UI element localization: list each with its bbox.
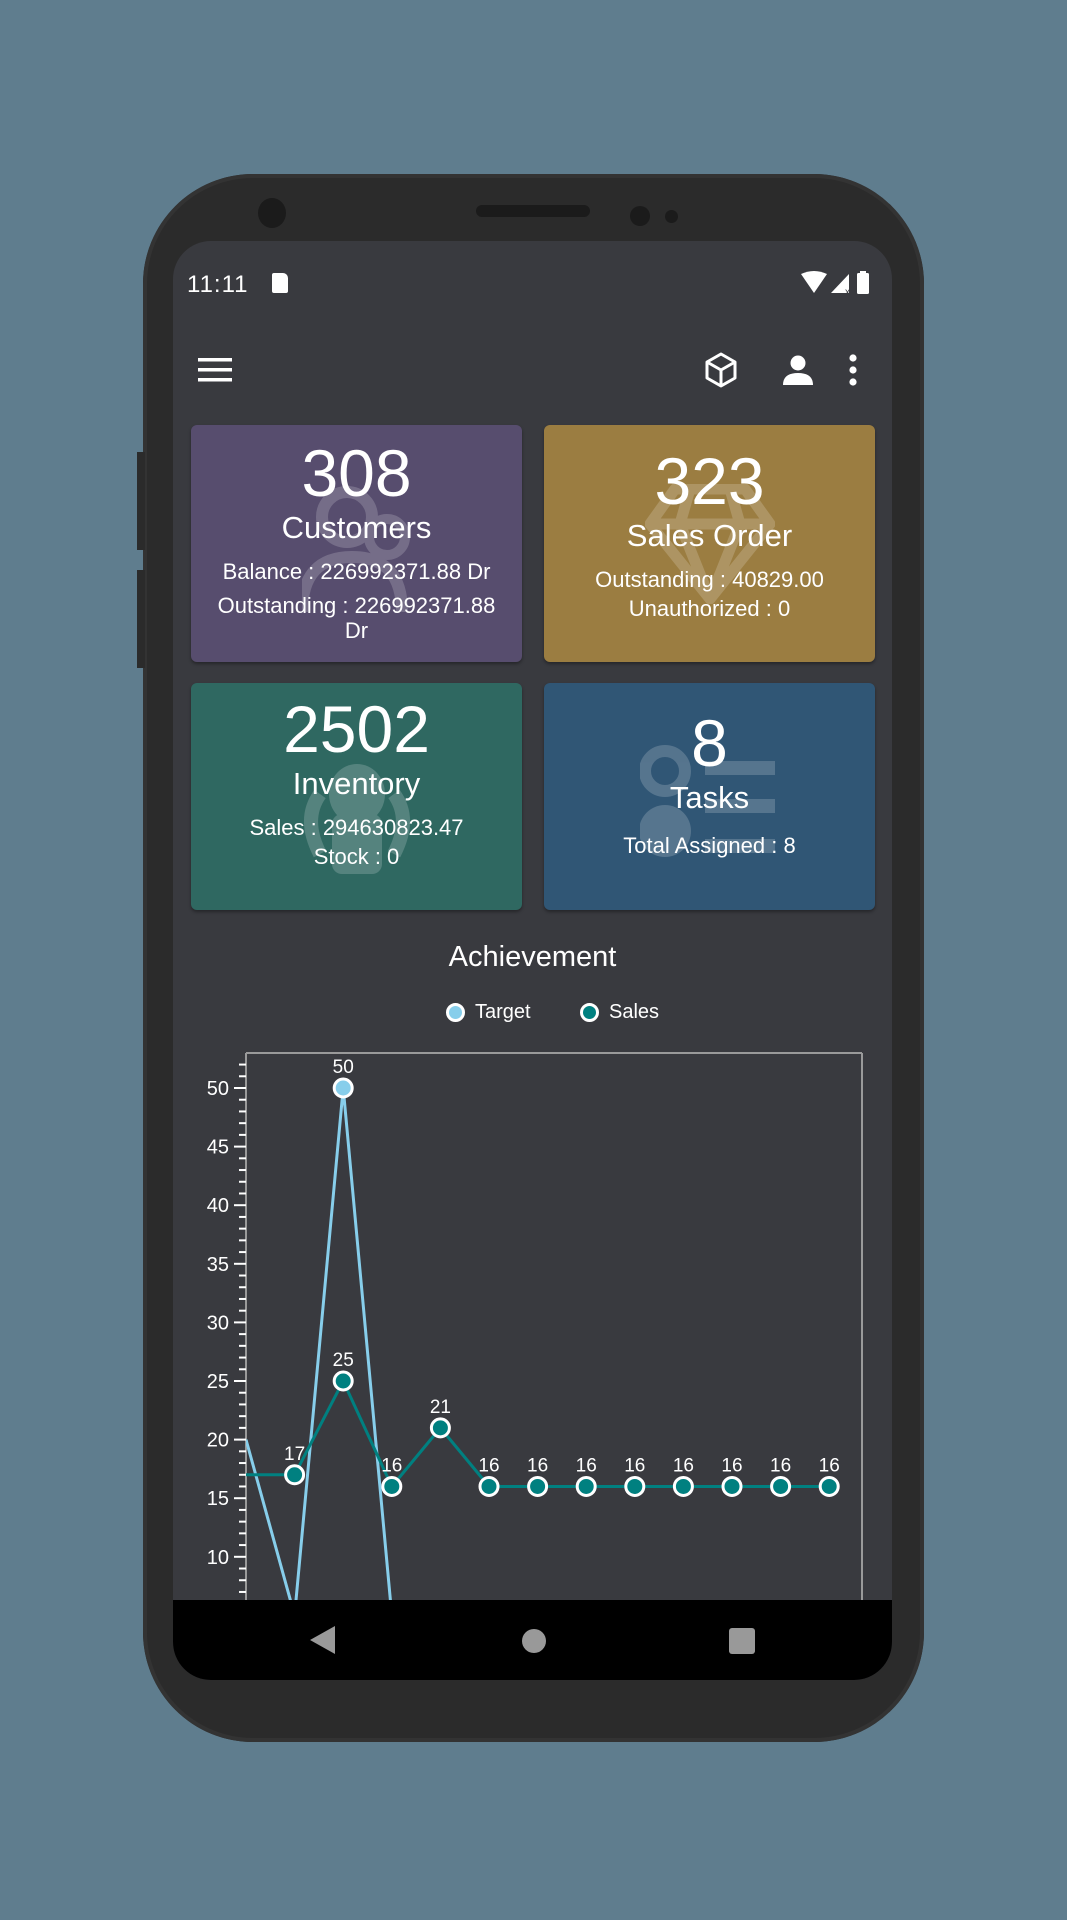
account-button[interactable] [770, 325, 826, 415]
screen: 11:11 x 308 Customers Balance: 22699237… [173, 241, 892, 1680]
status-bar: 11:11 x [173, 241, 892, 325]
legend-target-label: Target [475, 1001, 531, 1023]
tasks-count: 8 [691, 706, 728, 780]
cube-button[interactable] [693, 325, 749, 415]
y-tick-label: 20 [207, 1430, 229, 1452]
chart-title: Achievement [448, 941, 617, 973]
y-tick-label: 30 [207, 1312, 229, 1334]
inventory-card[interactable]: 2502 Inventory Sales : 294630823.47 Stoc… [191, 683, 522, 910]
inventory-sales: Sales : 294630823.47 [249, 815, 464, 840]
sales-point [284, 1464, 306, 1486]
battery-icon [857, 273, 869, 294]
status-time: 11:11 [187, 271, 249, 298]
front-camera [258, 198, 286, 228]
menu-icon [198, 358, 232, 382]
sales-data-label: 16 [819, 1455, 840, 1476]
sales-point [332, 1370, 354, 1392]
volume-up-button [137, 452, 145, 550]
more-vertical-icon [849, 354, 857, 386]
earpiece-speaker [476, 205, 590, 217]
customers-count: 308 [301, 436, 412, 510]
inventory-count: 2502 [283, 692, 430, 766]
sales-point [429, 1417, 451, 1439]
svg-text:x: x [845, 287, 850, 297]
sales-data-label: 16 [721, 1455, 742, 1476]
sales-data-label: 16 [576, 1455, 597, 1476]
y-tick-label: 10 [207, 1547, 229, 1569]
y-tick-label: 25 [207, 1371, 229, 1393]
tasks-title: Tasks [669, 780, 750, 815]
sales-point [527, 1475, 549, 1497]
sensor [630, 206, 650, 226]
sales-point [770, 1475, 792, 1497]
sales-point [672, 1475, 694, 1497]
series-line-target [246, 1086, 392, 1601]
sales-order-count: 323 [654, 444, 765, 518]
legend-item-sales[interactable]: Sales [580, 1001, 659, 1024]
menu-button[interactable] [187, 325, 243, 415]
y-tick-label: 40 [207, 1195, 229, 1217]
sales-data-label: 16 [673, 1455, 694, 1476]
toolbar [173, 325, 892, 415]
more-options-button[interactable] [833, 325, 873, 415]
legend-sales-marker [580, 1003, 599, 1022]
target-data-label: 50 [333, 1057, 354, 1078]
sales-point [381, 1475, 403, 1497]
sales-point [478, 1475, 500, 1497]
sales-data-label: 25 [333, 1350, 354, 1371]
customers-card[interactable]: 308 Customers Balance : 226992371.88 Dr … [191, 425, 522, 662]
sales-data-label: 16 [381, 1455, 402, 1476]
back-icon[interactable] [310, 1626, 336, 1654]
customers-outstanding: Outstanding : 226992371.88 [217, 593, 496, 618]
sd-card-icon [272, 273, 288, 293]
wifi-icon [801, 271, 827, 293]
inventory-stock: Stock : 0 [313, 844, 400, 869]
legend-target-marker [446, 1003, 465, 1022]
customers-title: Customers [281, 510, 432, 545]
sales-point [624, 1475, 646, 1497]
y-tick-label: 45 [207, 1137, 229, 1159]
navigation-bar [173, 1600, 892, 1680]
y-tick-label: 15 [207, 1488, 229, 1510]
achievement-chart[interactable]: 10 15 20 25 30 35 40 45 50 50 17 25 16 21 16 16 16 16 16 16… [173, 1041, 892, 1601]
account-icon [783, 355, 813, 385]
sales-data-label: 16 [770, 1455, 791, 1476]
sales-point [721, 1475, 743, 1497]
sales-point [575, 1475, 597, 1497]
sales-order-card[interactable]: 323 Sales Order Outstanding : 40829.00 U… [544, 425, 875, 662]
sales-data-label: 17 [284, 1444, 305, 1465]
legend-sales-label: Sales [609, 1001, 660, 1023]
home-icon[interactable] [521, 1628, 547, 1654]
y-tick-label: 35 [207, 1254, 229, 1276]
sales-order-unauthorized: Unauthorized : 0 [628, 596, 791, 621]
customers-balance: Balance : 226992371.88 Dr [222, 559, 491, 584]
sales-order-title: Sales Order [626, 518, 793, 553]
tasks-card[interactable]: 8 Tasks Total Assigned : 8 [544, 683, 875, 910]
status-icons: x [801, 271, 869, 297]
cube-icon [705, 352, 737, 388]
recents-icon[interactable] [728, 1627, 756, 1655]
inventory-title: Inventory [292, 766, 421, 801]
legend-item-target[interactable]: Target [446, 1001, 531, 1024]
sales-order-outstanding: Outstanding : 40829.00 [595, 567, 824, 592]
chart-legend: Target Sales [173, 1001, 892, 1031]
sales-data-label: 16 [624, 1455, 645, 1476]
target-point [332, 1077, 354, 1099]
y-tick-label: 50 [207, 1078, 229, 1100]
sales-data-label: 16 [478, 1455, 499, 1476]
volume-down-button [137, 570, 145, 668]
sales-data-label: 21 [430, 1397, 451, 1418]
sales-point [818, 1475, 840, 1497]
tasks-total-assigned: Total Assigned : 8 [623, 833, 796, 858]
sensor-small [665, 210, 678, 223]
customers-outstanding-suffix: Dr [344, 618, 369, 643]
sales-data-label: 16 [527, 1455, 548, 1476]
